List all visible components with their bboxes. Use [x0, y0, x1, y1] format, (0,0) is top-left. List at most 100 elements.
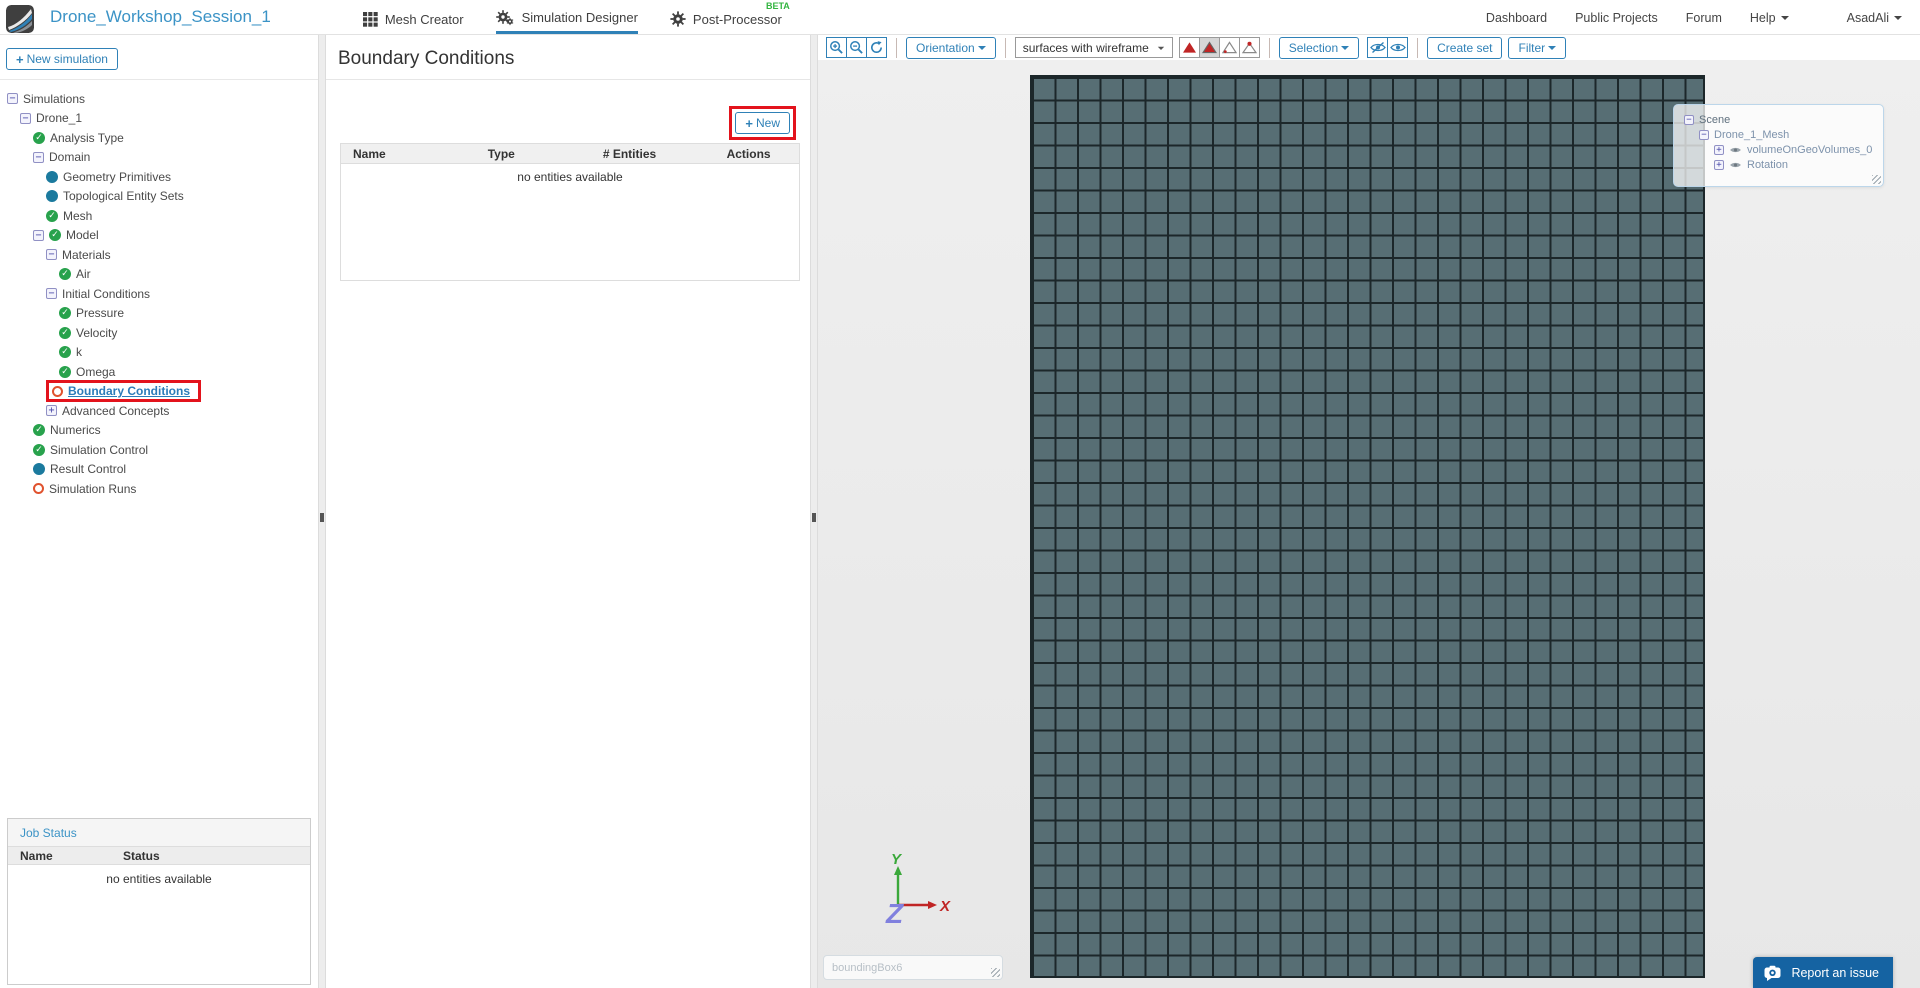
check-icon: ✓	[33, 444, 45, 456]
tree-item-domain[interactable]: −Domain	[0, 148, 318, 168]
refresh-view-button[interactable]	[866, 37, 887, 58]
resizer-grip-icon	[320, 513, 324, 522]
collapse-icon[interactable]: −	[33, 230, 44, 241]
zoom-in-button[interactable]	[826, 37, 847, 58]
viewport-toolbar: Orientation surfaces with wireframe	[818, 35, 1920, 60]
tree-item-topological-entity-sets[interactable]: Topological Entity Sets	[0, 187, 318, 207]
check-icon: ✓	[59, 268, 71, 280]
collapse-icon[interactable]: −	[1699, 130, 1709, 140]
gear-icon	[670, 11, 686, 27]
tree-item-advanced-concepts[interactable]: +Advanced Concepts	[0, 401, 318, 421]
tree-item-k[interactable]: ✓k	[0, 343, 318, 363]
boundary-conditions-table: NameType# EntitiesActions no entities av…	[340, 143, 800, 281]
render-points-button[interactable]	[1239, 37, 1260, 58]
zoom-out-button[interactable]	[846, 37, 867, 58]
zoom-in-icon	[829, 40, 844, 55]
panel-resizer-left[interactable]	[318, 35, 326, 988]
collapse-icon[interactable]: −	[7, 93, 18, 104]
tree-item-boundary-conditions[interactable]: Boundary Conditions	[0, 382, 318, 402]
collapse-icon[interactable]: −	[1684, 115, 1694, 125]
y-axis-label: Y	[891, 853, 903, 868]
user-menu[interactable]: AsadAli	[1847, 11, 1902, 25]
eye-icon[interactable]	[1729, 145, 1742, 155]
render-solid-wire-button[interactable]	[1199, 37, 1220, 58]
app-logo[interactable]	[6, 5, 34, 33]
tree-item-numerics[interactable]: ✓Numerics	[0, 421, 318, 441]
tab-simulation-designer[interactable]: Simulation Designer	[496, 0, 638, 34]
resize-handle-icon	[991, 968, 1000, 977]
nav-dashboard[interactable]: Dashboard	[1486, 11, 1547, 25]
collapse-icon[interactable]: −	[46, 249, 57, 260]
report-issue-button[interactable]: Report an issue	[1753, 957, 1893, 988]
nav-forum[interactable]: Forum	[1686, 11, 1722, 25]
boundary-conditions-panel: Boundary Conditions + New NameType# Enti…	[326, 35, 810, 988]
dot-icon	[33, 463, 45, 475]
tree-item-air[interactable]: ✓Air	[0, 265, 318, 285]
dot-icon	[46, 171, 58, 183]
tree-item-initial-conditions[interactable]: −Initial Conditions	[0, 284, 318, 304]
bounding-box-widget[interactable]: boundingBox6	[823, 955, 1003, 980]
tab-post-processor[interactable]: Post-ProcessorBETA	[670, 0, 782, 34]
gears-icon	[496, 10, 515, 26]
scene-item-rotation[interactable]: +Rotation	[1684, 157, 1883, 172]
plus-icon: +	[16, 53, 24, 66]
tree-item-simulations[interactable]: −Simulations	[0, 89, 318, 109]
selection-dropdown[interactable]: Selection	[1279, 37, 1359, 59]
divider	[0, 79, 318, 80]
render-mode-select[interactable]: surfaces with wireframe	[1015, 37, 1173, 58]
tree-item-analysis-type[interactable]: ✓Analysis Type	[0, 128, 318, 148]
check-icon: ✓	[59, 366, 71, 378]
check-icon: ✓	[33, 132, 45, 144]
tree-item-materials[interactable]: −Materials	[0, 245, 318, 265]
expand-icon[interactable]: +	[1714, 145, 1724, 155]
tree-item-model[interactable]: −✓Model	[0, 226, 318, 246]
render-solid-button[interactable]	[1179, 37, 1200, 58]
panel-resizer-right[interactable]	[810, 35, 818, 988]
tree-item-pressure[interactable]: ✓Pressure	[0, 304, 318, 324]
tree-item-geometry-primitives[interactable]: Geometry Primitives	[0, 167, 318, 187]
tree-item-mesh[interactable]: ✓Mesh	[0, 206, 318, 226]
z-axis-label: Z	[885, 898, 904, 929]
nav-help[interactable]: Help	[1750, 11, 1789, 25]
chevron-down-icon	[1894, 16, 1902, 24]
tree-item-result-control[interactable]: Result Control	[0, 460, 318, 480]
chevron-down-icon	[1548, 46, 1556, 54]
filter-dropdown[interactable]: Filter	[1508, 37, 1566, 59]
table-header-row: NameType# EntitiesActions	[341, 144, 799, 164]
tree-item-velocity[interactable]: ✓Velocity	[0, 323, 318, 343]
toolbar-separator	[1269, 38, 1270, 58]
show-all-button[interactable]	[1387, 37, 1408, 58]
tab-mesh-creator[interactable]: Mesh Creator	[363, 0, 464, 34]
tree-item-simulation-control[interactable]: ✓Simulation Control	[0, 440, 318, 460]
collapse-icon[interactable]: −	[33, 152, 44, 163]
expand-icon[interactable]: +	[46, 405, 57, 416]
tree-item-omega[interactable]: ✓Omega	[0, 362, 318, 382]
mesh-geometry[interactable]	[1030, 75, 1705, 978]
collapse-icon[interactable]: −	[20, 113, 31, 124]
new-simulation-button[interactable]: + New simulation	[6, 48, 118, 70]
table-col-actions: Actions	[698, 147, 799, 161]
render-wireframe-button[interactable]	[1219, 37, 1240, 58]
table-empty-text: no entities available	[341, 170, 799, 184]
scene-item-volumeongeovolumes-0[interactable]: +volumeOnGeoVolumes_0	[1684, 142, 1883, 157]
nav-public-projects[interactable]: Public Projects	[1575, 11, 1658, 25]
eye-icon	[1390, 41, 1406, 54]
collapse-icon[interactable]: −	[46, 288, 57, 299]
scene-item-scene[interactable]: −Scene	[1684, 112, 1883, 127]
beta-badge: BETA	[766, 1, 790, 11]
eye-icon[interactable]	[1729, 160, 1742, 170]
create-set-button[interactable]: Create set	[1427, 37, 1502, 59]
tree-item-drone-1[interactable]: −Drone_1	[0, 109, 318, 129]
toolbar-separator	[896, 38, 897, 58]
resize-handle-icon[interactable]	[1872, 175, 1881, 184]
orientation-dropdown[interactable]: Orientation	[906, 37, 996, 59]
viewport-canvas[interactable]: −Scene−Drone_1_Mesh+volumeOnGeoVolumes_0…	[818, 60, 1920, 988]
chevron-down-icon	[1158, 46, 1164, 52]
expand-icon[interactable]: +	[1714, 160, 1724, 170]
scene-item-drone-1-mesh[interactable]: −Drone_1_Mesh	[1684, 127, 1883, 142]
new-boundary-condition-button[interactable]: + New	[735, 112, 790, 134]
solid-triangle-icon	[1182, 41, 1197, 54]
tree-item-simulation-runs[interactable]: Simulation Runs	[0, 479, 318, 499]
hide-selection-button[interactable]	[1367, 37, 1388, 58]
circle-icon	[33, 483, 44, 494]
